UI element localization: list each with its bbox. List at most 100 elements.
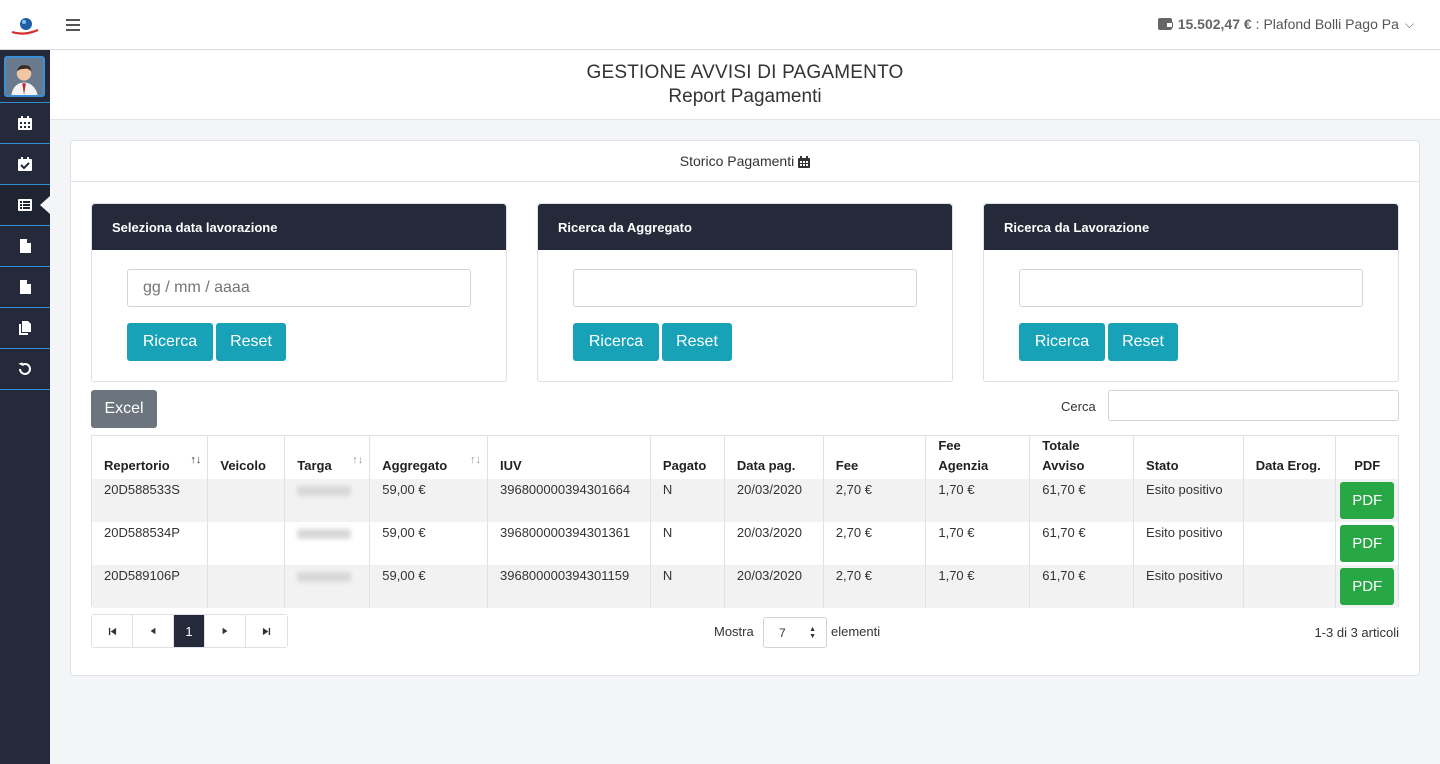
page-title: GESTIONE AVVISI DI PAGAMENTO <box>586 62 904 83</box>
page-number-button[interactable]: 1 <box>174 615 205 647</box>
column-header-data-pag[interactable]: Data pag. <box>724 436 824 479</box>
sort-asc-icon: ↑↓ <box>190 454 202 466</box>
sidebar-item-calendar-check[interactable] <box>0 143 50 183</box>
cell-fee-agenzia: 1,70 € <box>925 565 1031 608</box>
pdf-button[interactable]: PDF <box>1340 525 1395 562</box>
ricerca-button[interactable]: Ricerca <box>1019 323 1105 361</box>
sidebar-divider <box>0 389 50 390</box>
column-header-iuv[interactable]: IUV <box>487 436 651 479</box>
chevron-down-icon: ⌵ <box>1404 16 1414 31</box>
pagination-info: 1-3 di 3 articoli <box>1314 625 1399 640</box>
sidebar-item-undo[interactable] <box>0 348 50 388</box>
reset-button[interactable]: Reset <box>216 323 286 361</box>
cell-stato: Esito positivo <box>1133 479 1244 522</box>
cell-pdf: PDF <box>1335 479 1398 522</box>
payments-table: Repertorio ↑↓ Veicolo Targa ↑↓ Aggregato ↑↓… <box>91 435 1399 608</box>
cell-fee-agenzia: 1,70 € <box>925 479 1031 522</box>
avatar[interactable] <box>4 56 45 97</box>
undo-icon <box>18 361 31 375</box>
sidebar <box>0 50 50 764</box>
plafond-amount: 15.502,47 € <box>1177 16 1252 32</box>
cell-iuv: 396800000394301361 <box>487 522 651 565</box>
table-row: 20D588533S 59,00 € 396800000394301664 N … <box>92 479 1398 522</box>
cell-fee: 2,70 € <box>823 479 927 522</box>
sort-icon: ↑↓ <box>470 454 481 466</box>
sidebar-item-file-2[interactable] <box>0 266 50 306</box>
panel-title: Seleziona data lavorazione <box>92 204 506 250</box>
cell-totale: 61,70 € <box>1029 565 1135 608</box>
elements-label: elementi <box>831 624 881 639</box>
column-header-aggregato[interactable]: Aggregato ↑↓ <box>369 436 488 479</box>
pagination: 1 <box>91 614 288 648</box>
column-header-fee-agenzia[interactable]: Fee Agenzia <box>925 436 1031 479</box>
excel-button[interactable]: Excel <box>91 390 157 428</box>
card-title: Storico Pagamenti <box>679 153 795 169</box>
table-row: 20D588534P 59,00 € 396800000394301361 N … <box>92 522 1398 565</box>
redacted-targa <box>297 572 352 582</box>
search-label: Cerca <box>1061 399 1096 414</box>
sidebar-item-list[interactable] <box>0 184 50 224</box>
plafond-dropdown[interactable]: 15.502,47 € : Plafond Bolli Pago Pa ⌵ <box>1157 16 1414 32</box>
cell-data-erog <box>1243 565 1337 608</box>
panel-data-lavorazione: Seleziona data lavorazione Ricerca Reset <box>91 203 507 382</box>
search-input[interactable] <box>1108 390 1399 421</box>
copy-icon <box>19 320 31 335</box>
column-header-veicolo[interactable]: Veicolo <box>207 436 286 479</box>
cell-totale: 61,70 € <box>1029 479 1135 522</box>
pdf-button[interactable]: PDF <box>1340 568 1395 605</box>
cell-pagato: N <box>650 479 725 522</box>
file-icon <box>20 279 31 294</box>
wallet-icon <box>1157 18 1173 30</box>
aggregato-input[interactable] <box>573 269 917 307</box>
redacted-targa <box>297 529 352 539</box>
cell-veicolo <box>207 522 286 565</box>
cell-totale: 61,70 € <box>1029 522 1135 565</box>
cell-pagato: N <box>650 565 725 608</box>
date-input[interactable] <box>127 269 471 307</box>
cell-repertorio: 20D588534P <box>92 522 209 565</box>
cell-aggregato: 59,00 € <box>369 479 488 522</box>
column-header-stato[interactable]: Stato <box>1133 436 1244 479</box>
pdf-button[interactable]: PDF <box>1340 482 1395 519</box>
sidebar-item-calendar[interactable] <box>0 102 50 142</box>
first-page-button[interactable] <box>92 615 133 647</box>
ricerca-button[interactable]: Ricerca <box>573 323 659 361</box>
cell-stato: Esito positivo <box>1133 522 1244 565</box>
card-header: Storico Pagamenti <box>71 141 1419 182</box>
next-page-button[interactable] <box>205 615 246 647</box>
prev-page-icon <box>150 627 156 635</box>
cell-veicolo <box>207 565 286 608</box>
cell-repertorio: 20D588533S <box>92 479 209 522</box>
panel-title: Ricerca da Aggregato <box>538 204 952 250</box>
cell-pagato: N <box>650 522 725 565</box>
column-header-pagato[interactable]: Pagato <box>650 436 725 479</box>
hamburger-icon[interactable] <box>60 14 86 36</box>
top-bar: 15.502,47 € : Plafond Bolli Pago Pa ⌵ <box>0 0 1440 50</box>
column-header-fee[interactable]: Fee <box>823 436 927 479</box>
sidebar-item-file[interactable] <box>0 225 50 265</box>
column-header-pdf: PDF <box>1354 458 1381 473</box>
calendar-icon <box>18 115 32 130</box>
page-length-value: 7 <box>779 625 786 640</box>
redacted-targa <box>297 486 352 496</box>
column-header-data-erog[interactable]: Data Erog. <box>1243 436 1337 479</box>
ricerca-button[interactable]: Ricerca <box>127 323 213 361</box>
cell-veicolo <box>207 479 286 522</box>
reset-button[interactable]: Reset <box>1108 323 1178 361</box>
prev-page-button[interactable] <box>133 615 174 647</box>
lavorazione-input[interactable] <box>1019 269 1363 307</box>
last-page-button[interactable] <box>246 615 287 647</box>
column-header-totale-avviso[interactable]: Totale Avviso <box>1029 436 1135 479</box>
column-header-repertorio[interactable]: Repertorio ↑↓ <box>92 436 209 479</box>
reset-button[interactable]: Reset <box>662 323 732 361</box>
page-length-select[interactable]: 7 ▲ ▼ <box>763 617 827 648</box>
logo-icon[interactable] <box>10 12 40 38</box>
cell-data-pag: 20/03/2020 <box>724 479 824 522</box>
cell-targa <box>284 479 371 522</box>
cell-fee: 2,70 € <box>823 522 927 565</box>
column-header-targa[interactable]: Targa ↑↓ <box>284 436 371 479</box>
cell-targa <box>284 522 371 565</box>
cell-fee-agenzia: 1,70 € <box>925 522 1031 565</box>
panel-aggregato: Ricerca da Aggregato Ricerca Reset <box>537 203 953 382</box>
sidebar-item-copy[interactable] <box>0 307 50 347</box>
